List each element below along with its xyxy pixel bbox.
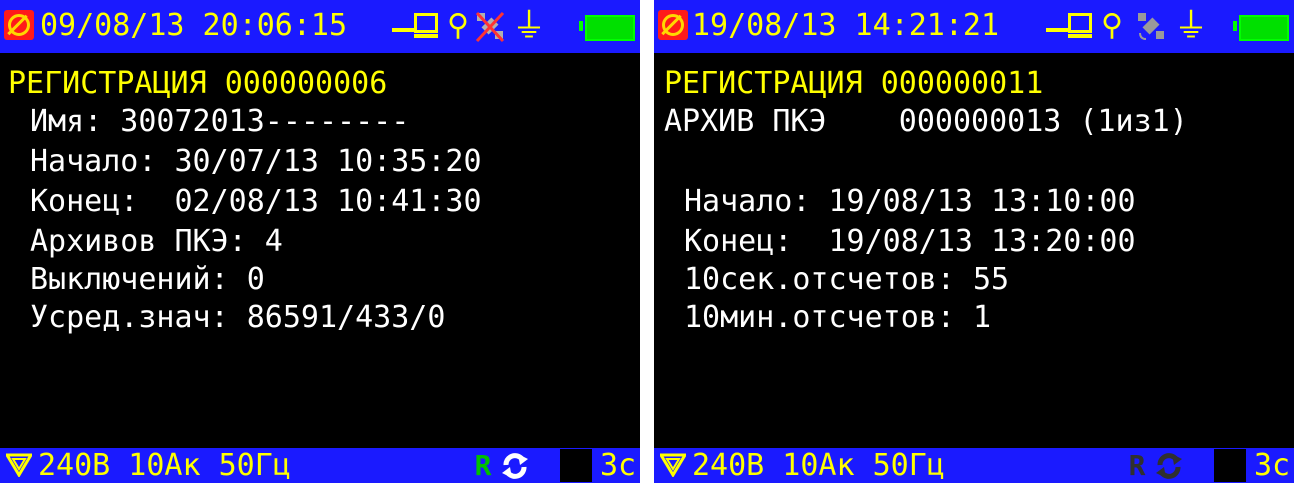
pc-connection-icon [392,13,442,39]
date-time-readout: 19/08/13 14:21:21 [692,8,1000,43]
info-line: Конец: 19/08/13 13:20:00 [684,224,1136,259]
status-bar: 09/08/13 20:06:15 ⚲ ⏚ [0,0,640,53]
info-line: Начало: 30/07/13 10:35:20 [30,144,482,179]
registration-info: РЕГИСТРАЦИЯ 000000011 АРХИВ ПКЭ 00000001… [654,60,1294,445]
device-screen-left: 09/08/13 20:06:15 ⚲ ⏚ РЕГИСТРАЦИЯ 000000… [0,0,640,483]
indicator-block [1214,449,1246,482]
measurement-bar: 240В 10Ак 50Гц R 3с [0,448,640,483]
timeout-label: 3с [1254,448,1291,483]
battery-tip [579,21,583,31]
gps-satellite-icon [475,11,505,43]
date-time-readout: 09/08/13 20:06:15 [40,8,348,43]
pc-connection-icon [1046,13,1096,39]
brand-logo-icon [658,10,688,40]
info-line: 10сек.отсчетов: 55 [684,262,1010,297]
registration-title: РЕГИСТРАЦИЯ 000000006 [8,66,388,101]
plug-icon: ⏚ [512,6,546,46]
usb-icon: ⚲ [1101,8,1123,43]
info-line: Усред.знач: 86591/433/0 [30,300,446,335]
triangle-phase-icon [660,453,686,477]
info-line: Выключений: 0 [30,262,265,297]
status-bar: 19/08/13 14:21:21 ⚲ ⏚ [654,0,1294,53]
plug-icon: ⏚ [1174,6,1208,46]
info-line: Имя: 30072013-------- [30,104,410,139]
measurement-bar: 240В 10Ак 50Гц R 3с [654,448,1294,483]
battery-full-icon [585,15,635,41]
brand-logo-icon [4,10,34,40]
indicator-block [560,449,592,482]
usb-icon: ⚲ [447,8,469,43]
info-line: Архивов ПКЭ: 4 [30,224,283,259]
archive-line: АРХИВ ПКЭ 000000013 (1из1) [664,104,1188,139]
info-line: 10мин.отсчетов: 1 [684,300,992,335]
measurement-values: 240В 10Ак 50Гц [38,448,291,483]
sync-icon [502,453,528,479]
sync-icon [1156,453,1182,479]
registration-info: РЕГИСТРАЦИЯ 000000006 Имя: 30072013-----… [0,60,640,445]
info-line: Начало: 19/08/13 13:10:00 [684,184,1136,219]
triangle-phase-icon [6,453,32,477]
registration-title: РЕГИСТРАЦИЯ 000000011 [664,66,1044,101]
r-mode-icon: R [1128,449,1146,482]
gps-satellite-icon [1136,11,1166,43]
measurement-values: 240В 10Ак 50Гц [692,448,945,483]
info-line: Конец: 02/08/13 10:41:30 [30,184,482,219]
battery-full-icon [1239,15,1289,41]
r-mode-icon: R [474,449,492,482]
device-screen-right: 19/08/13 14:21:21 ⚲ ⏚ РЕГИСТРАЦИЯ 000000… [654,0,1294,483]
timeout-label: 3с [600,448,637,483]
battery-tip [1233,21,1237,31]
